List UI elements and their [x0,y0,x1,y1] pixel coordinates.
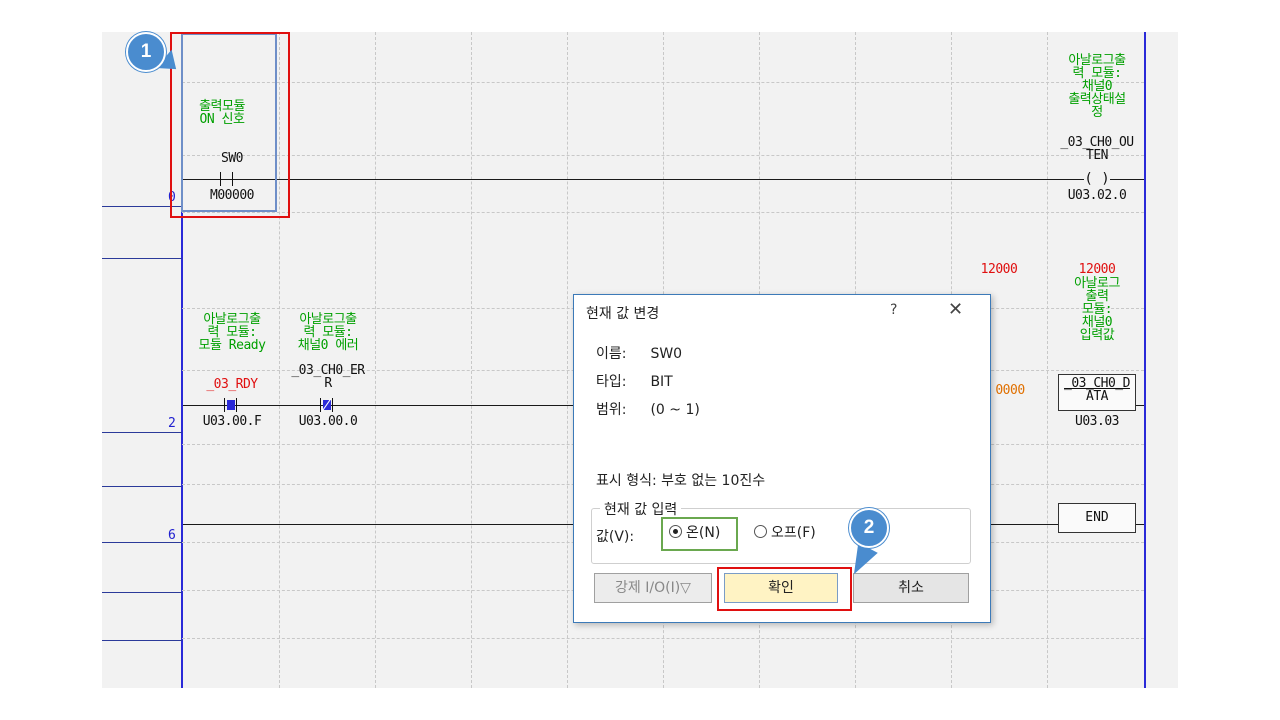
radio-off-indicator [754,525,767,538]
range-row: 범위: (0 ~ 1) [596,399,700,419]
name-value: SW0 [650,346,683,362]
step-number-2: 2 [168,416,176,431]
radio-off-label: 오프(F) [771,525,816,541]
rung6-wire [183,524,573,525]
mov-source-partial: 0000 [995,383,1025,398]
name-row: 이름: SW0 [596,343,682,363]
err-contact-nc[interactable] [320,398,334,412]
rung2-wire [183,405,573,406]
end-instruction[interactable]: END [1058,503,1136,533]
dest-name: _03_CH0_D ATA [1064,376,1130,404]
close-icon[interactable]: ✕ [948,299,963,320]
sw0-highlight-box-red [170,32,290,218]
radio-off[interactable]: 오프(F) [754,522,816,544]
rung0-wire [183,179,1144,180]
range-value: (0 ~ 1) [650,402,700,418]
force-io-button[interactable]: 강제 I/O(I)▽ [594,573,712,603]
coil-ch0-outen[interactable]: ( ) [1084,170,1110,188]
type-label: 타입: [596,374,627,390]
callout-1: 1 [126,32,166,72]
name-label: 이름: [596,346,627,362]
cancel-button[interactable]: 취소 [853,573,969,603]
rdy-name: _03_RDY [206,377,258,392]
dest-comment: 아날로그 출력 모듈: 채널0 입력값 [1074,276,1120,343]
dest-address: U03.03 [1075,414,1119,429]
current-value-group-title: 현재 값 입력 [600,499,682,519]
dialog-title: 현재 값 변경 [586,306,660,322]
err-name: _03_CH0_ER R [291,363,365,391]
radio-on-highlight [661,517,738,551]
display-format: 표시 형식: 부호 없는 10진수 [596,473,766,489]
value-label: 값(V): [596,529,635,545]
rdy-contact[interactable] [224,398,238,412]
rdy-comment: 아날로그출 력 모듈: 모듈 Ready [198,312,266,353]
coil-ch0-outen-name: _03_CH0_OU TEN [1060,135,1134,163]
mov-source-value: 12000 [980,262,1018,277]
type-row: 타입: BIT [596,371,673,391]
callout-2: 2 [849,508,889,548]
range-label: 범위: [596,402,627,418]
step-number-6: 6 [168,528,176,543]
rung6-wire-right [988,524,1058,525]
right-power-rail [1144,32,1146,688]
coil-ch0-outen-comment: 아날로그출 력 모듈: 채널0 출력상태설 정 [1068,53,1126,120]
err-address: U03.00.0 [298,414,358,429]
type-value: BIT [650,374,673,390]
dest-value: 12000 [1078,262,1116,277]
rdy-address: U03.00.F [202,414,262,429]
rung6-wire-end [1136,524,1144,525]
change-current-value-dialog: 현재 값 변경 ? ✕ 이름: SW0 타입: BIT 범위: (0 ~ 1) … [573,294,991,623]
ok-button-highlight [717,567,852,611]
err-comment: 아날로그출 력 모듈: 채널0 에러 [297,312,359,353]
help-icon[interactable]: ? [890,302,897,318]
coil-ch0-outen-address: U03.02.0 [1067,188,1127,203]
dialog-titlebar[interactable]: 현재 값 변경 ? ✕ [574,295,990,327]
